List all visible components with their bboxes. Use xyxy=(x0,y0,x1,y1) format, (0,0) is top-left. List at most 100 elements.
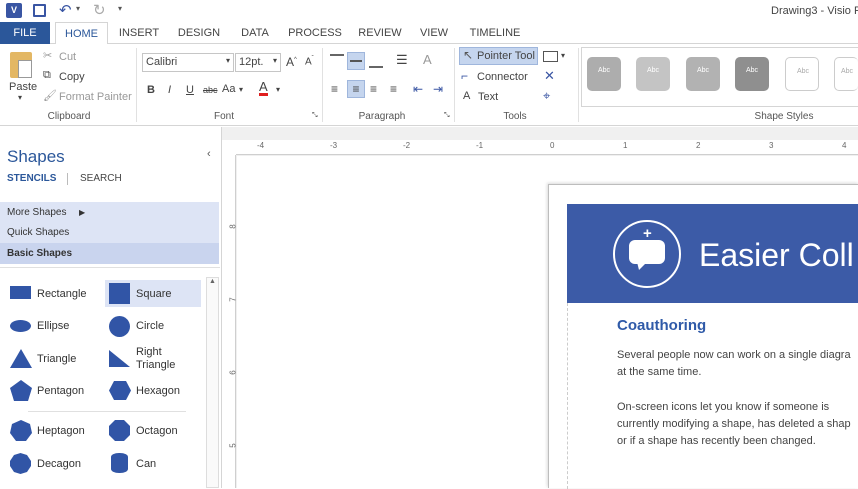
italic-button[interactable]: I xyxy=(168,84,171,96)
align-middle-icon[interactable] xyxy=(347,52,365,70)
shape-styles-group-label: Shape Styles xyxy=(754,111,814,122)
shape-style-swatch[interactable]: Abc xyxy=(785,57,819,91)
undo-icon[interactable]: ↶ xyxy=(59,1,72,19)
tab-review[interactable]: REVIEW xyxy=(354,22,406,44)
shapes-scrollbar[interactable]: ▲ xyxy=(206,277,219,488)
tab-search[interactable]: SEARCH xyxy=(80,173,122,184)
font-color-dropdown-icon[interactable]: ▾ xyxy=(276,85,280,94)
shape-right-triangle[interactable]: Right Triangle xyxy=(136,346,181,372)
shape-style-swatch[interactable]: Abc xyxy=(587,57,621,91)
banner[interactable]: + Easier Coll xyxy=(567,204,858,303)
font-family-select[interactable]: Calibri ▾ xyxy=(142,53,234,72)
tab-timeline[interactable]: TIMELINE xyxy=(466,22,524,44)
paragraph-line: Several people now can work on a single … xyxy=(617,349,851,361)
copy-button[interactable]: Copy xyxy=(59,71,85,83)
paragraph-line: On-screen icons let you know if someone … xyxy=(617,401,830,413)
grow-font-icon[interactable]: A^ xyxy=(286,55,297,69)
font-dialog-launcher-icon[interactable]: ⤡ xyxy=(312,112,318,120)
shape-ellipse[interactable]: Ellipse xyxy=(37,320,69,332)
shape-hexagon[interactable]: Hexagon xyxy=(136,385,180,397)
pointer-icon: ↖ xyxy=(463,48,474,62)
circle-icon xyxy=(109,316,130,337)
drawing-page[interactable]: + Easier Coll Coauthoring Several people… xyxy=(548,184,858,489)
shape-triangle[interactable]: Triangle xyxy=(37,353,76,365)
undo-dropdown-icon[interactable]: ▾ xyxy=(76,4,80,13)
bold-button[interactable]: B xyxy=(147,84,155,96)
rectangle-tool-icon[interactable] xyxy=(543,51,558,62)
paste-icon[interactable] xyxy=(10,52,32,78)
tab-stencils[interactable]: STENCILS xyxy=(7,173,56,184)
align-left-icon[interactable]: ≡ xyxy=(331,82,338,96)
connector-button[interactable]: Connector xyxy=(477,71,528,83)
shapes-panel: Shapes ‹ STENCILS SEARCH More Shapes ▶ Qu… xyxy=(0,127,220,488)
shape-style-swatch[interactable]: Abc xyxy=(735,57,769,91)
underline-button[interactable]: U xyxy=(186,84,194,96)
align-top-icon[interactable] xyxy=(330,54,344,66)
close-icon[interactable]: ✕ xyxy=(544,68,555,84)
quick-shapes-item[interactable]: Quick Shapes xyxy=(0,222,219,243)
tab-design[interactable]: DESIGN xyxy=(173,22,225,44)
basic-shapes-item[interactable]: Basic Shapes xyxy=(0,243,219,264)
shape-rectangle[interactable]: Rectangle xyxy=(37,288,87,300)
font-family-value: Calibri xyxy=(146,56,178,68)
bullets-icon[interactable]: ☰ xyxy=(396,52,408,68)
ruler-tick-label: -1 xyxy=(476,141,484,150)
pointer-tool-label: Pointer Tool xyxy=(477,50,535,62)
font-color-icon[interactable]: A xyxy=(259,80,268,96)
divider xyxy=(454,48,455,122)
shape-pentagon[interactable]: Pentagon xyxy=(37,385,84,397)
copy-icon: ⧉ xyxy=(43,69,51,81)
align-bottom-icon[interactable] xyxy=(369,54,383,68)
paste-button[interactable]: Paste xyxy=(9,81,37,93)
shape-decagon[interactable]: Decagon xyxy=(37,458,81,470)
font-group-label: Font xyxy=(213,111,234,122)
tab-file[interactable]: FILE xyxy=(0,22,50,44)
shape-style-swatch[interactable]: Abc xyxy=(834,57,858,91)
drawing-canvas[interactable]: -4 -3 -2 -1 0 1 2 3 4 8 7 6 5 + Easier C… xyxy=(221,127,858,489)
ruler-tick-label: 2 xyxy=(696,141,701,150)
shape-style-swatch[interactable]: Abc xyxy=(686,57,720,91)
ruler-corner xyxy=(222,140,236,155)
can-icon xyxy=(111,453,128,473)
text-direction-icon[interactable]: A xyxy=(423,52,432,67)
paste-dropdown-icon[interactable]: ▾ xyxy=(18,93,22,102)
format-painter-icon: 🖌 xyxy=(43,90,57,102)
decrease-indent-icon[interactable]: ⇤ xyxy=(413,82,423,96)
tab-home[interactable]: HOME xyxy=(55,22,108,45)
redo-icon[interactable]: ↻ xyxy=(93,1,106,19)
shape-square[interactable]: Square xyxy=(136,288,171,300)
connection-point-icon[interactable]: ⌖ xyxy=(543,88,550,104)
tab-process[interactable]: PROCESS xyxy=(287,22,343,44)
increase-indent-icon[interactable]: ⇥ xyxy=(433,82,443,96)
shape-tool-dropdown-icon[interactable]: ▾ xyxy=(561,51,565,60)
shape-can[interactable]: Can xyxy=(136,458,156,470)
shape-style-swatch[interactable]: Abc xyxy=(636,57,670,91)
tab-view[interactable]: VIEW xyxy=(416,22,452,44)
tab-insert[interactable]: INSERT xyxy=(114,22,164,44)
format-painter-button[interactable]: Format Painter xyxy=(59,91,132,103)
text-tool-button[interactable]: Text xyxy=(478,91,498,103)
paragraph-dialog-launcher-icon[interactable]: ⤡ xyxy=(444,112,450,120)
shrink-font-icon[interactable]: Aˇ xyxy=(305,56,314,67)
more-shapes-item[interactable]: More Shapes ▶ xyxy=(0,202,219,223)
visio-logo-icon[interactable]: V xyxy=(6,3,22,18)
banner-title: Easier Coll xyxy=(699,237,854,273)
strikethrough-button[interactable]: abc xyxy=(203,85,218,95)
justify-icon[interactable]: ≡ xyxy=(390,82,397,96)
clipboard-group-label: Clipboard xyxy=(47,111,91,122)
change-case-button[interactable]: Aa xyxy=(222,83,235,95)
shape-heptagon[interactable]: Heptagon xyxy=(37,425,85,437)
tab-data[interactable]: DATA xyxy=(234,22,276,44)
tools-group-label: Tools xyxy=(503,111,527,122)
align-right-icon[interactable]: ≡ xyxy=(370,82,377,96)
save-icon[interactable] xyxy=(33,4,46,17)
cut-button[interactable]: Cut xyxy=(59,51,76,63)
collapse-panel-icon[interactable]: ‹ xyxy=(207,148,211,160)
font-size-select[interactable]: 12pt. ▾ xyxy=(235,53,281,72)
shape-circle[interactable]: Circle xyxy=(136,320,164,332)
align-center-icon[interactable]: ≡ xyxy=(347,80,365,98)
square-icon xyxy=(109,283,130,304)
change-case-dropdown-icon[interactable]: ▾ xyxy=(239,85,243,94)
customize-icon[interactable]: ▾ xyxy=(118,4,122,13)
shape-octagon[interactable]: Octagon xyxy=(136,425,178,437)
